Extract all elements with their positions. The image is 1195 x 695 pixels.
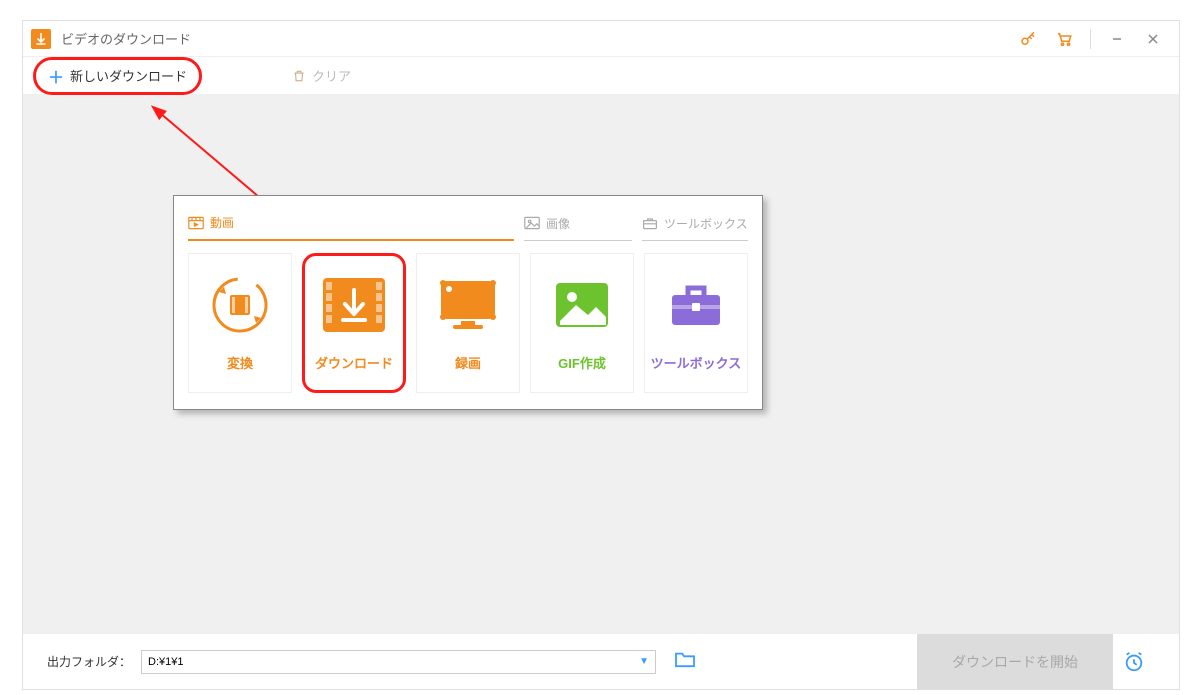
clock-icon — [1123, 651, 1145, 673]
alarm-button[interactable] — [1113, 634, 1155, 690]
card-gif-label: GIF作成 — [558, 353, 606, 372]
minimize-button[interactable] — [1099, 25, 1135, 53]
close-button[interactable] — [1135, 25, 1171, 53]
trash-icon — [292, 69, 306, 83]
cards-row: 変換 ダウンロード 録画 — [188, 253, 748, 393]
gif-icon — [547, 275, 617, 335]
divider — [1090, 29, 1091, 49]
card-toolbox-label: ツールボックス — [651, 353, 742, 372]
card-convert[interactable]: 変換 — [188, 253, 292, 393]
output-folder-label: 出力フォルダ： — [47, 653, 131, 670]
card-convert-label: 変換 — [227, 353, 253, 372]
clear-label: クリア — [312, 66, 351, 85]
tab-image[interactable]: 画像 — [524, 211, 632, 241]
tab-toolbox[interactable]: ツールボックス — [642, 211, 748, 241]
footer: 出力フォルダ： D:¥1¥1 ▼ ダウンロードを開始 — [23, 633, 1179, 689]
clear-button[interactable]: クリア — [292, 66, 351, 85]
tab-video[interactable]: 動画 — [188, 210, 514, 241]
chevron-down-icon: ▼ — [639, 656, 649, 667]
record-icon — [433, 275, 503, 335]
card-record[interactable]: 録画 — [416, 253, 520, 393]
tab-video-label: 動画 — [210, 214, 234, 231]
download-icon — [319, 275, 389, 335]
tab-toolbox-label: ツールボックス — [664, 215, 748, 232]
card-download[interactable]: ダウンロード — [302, 253, 406, 393]
card-toolbox[interactable]: ツールボックス — [644, 253, 748, 393]
content-area: 動画 画像 ツールボックス 変換 — [23, 95, 1179, 633]
output-path-value: D:¥1¥1 — [148, 656, 183, 668]
key-icon[interactable] — [1010, 25, 1046, 53]
card-download-label: ダウンロード — [315, 353, 393, 372]
panel-tabs: 動画 画像 ツールボックス — [188, 210, 748, 241]
image-icon — [524, 216, 540, 230]
app-icon — [31, 29, 51, 49]
card-gif[interactable]: GIF作成 — [530, 253, 634, 393]
toolbar: ＋ 新しいダウンロード クリア — [23, 57, 1179, 95]
tab-image-label: 画像 — [546, 215, 570, 232]
browse-folder-button[interactable] — [674, 650, 696, 673]
new-download-label: 新しいダウンロード — [70, 66, 187, 85]
output-path-dropdown[interactable]: D:¥1¥1 ▼ — [141, 650, 656, 674]
card-record-label: 録画 — [455, 353, 481, 372]
convert-icon — [205, 275, 275, 335]
app-window: ビデオのダウンロード ＋ 新しいダウンロード クリア — [22, 20, 1180, 690]
cart-icon[interactable] — [1046, 25, 1082, 53]
feature-panel: 動画 画像 ツールボックス 変換 — [173, 195, 763, 410]
toolbox-card-icon — [661, 275, 731, 335]
toolbox-icon — [642, 216, 658, 230]
film-icon — [188, 216, 204, 230]
titlebar: ビデオのダウンロード — [23, 21, 1179, 57]
start-download-button[interactable]: ダウンロードを開始 — [917, 634, 1113, 690]
start-download-label: ダウンロードを開始 — [952, 652, 1078, 672]
window-title: ビデオのダウンロード — [61, 29, 191, 48]
plus-icon: ＋ — [48, 64, 64, 88]
new-download-button[interactable]: ＋ 新しいダウンロード — [33, 57, 202, 95]
